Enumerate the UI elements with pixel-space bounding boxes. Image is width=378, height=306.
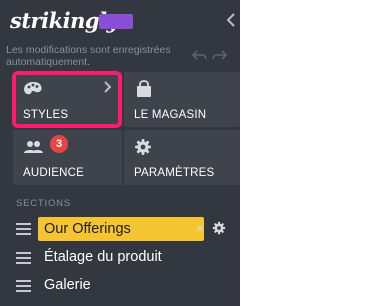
styles-highlight-box (12, 71, 122, 128)
section-row[interactable]: Our Offerings × (16, 217, 236, 241)
store-tile[interactable]: LE MAGASIN (124, 72, 240, 127)
drag-handle-icon[interactable] (16, 223, 32, 236)
drag-handle-icon[interactable] (16, 280, 32, 293)
shopping-bag-icon (134, 80, 154, 98)
audience-tile[interactable]: 3 AUDIENCE (13, 130, 122, 185)
chevron-left-icon (226, 13, 235, 27)
tile-label: PARAMÈTRES (134, 167, 215, 179)
section-label[interactable]: Galerie (44, 277, 91, 293)
drag-handle-icon[interactable] (16, 252, 32, 265)
tile-label: LE MAGASIN (134, 109, 207, 121)
site-preview-area (240, 0, 378, 306)
people-icon (23, 138, 43, 156)
redo-icon (212, 50, 228, 60)
brand-badge (99, 14, 133, 29)
section-label[interactable]: Étalage du produit (44, 249, 162, 265)
delete-section-icon[interactable]: × (196, 220, 204, 236)
undo-button[interactable] (191, 48, 208, 62)
tile-label: AUDIENCE (23, 167, 85, 179)
autosave-note: Les modifications sont enregistrées auto… (6, 44, 171, 68)
section-row[interactable]: Galerie (16, 274, 236, 298)
gear-icon (134, 138, 154, 156)
settings-tile[interactable]: PARAMÈTRES (124, 130, 240, 185)
redo-button[interactable] (211, 48, 228, 62)
section-settings-icon[interactable] (212, 221, 226, 235)
collapse-sidebar-button[interactable] (226, 12, 236, 28)
section-row[interactable]: Étalage du produit (16, 246, 236, 270)
notification-badge: 3 (50, 135, 68, 153)
undo-redo-group (191, 48, 228, 62)
editor-sidebar: strikingly Les modifications sont enregi… (0, 0, 240, 306)
undo-icon (191, 50, 207, 60)
sections-heading: SECTIONS (16, 198, 71, 209)
section-label[interactable]: Our Offerings (44, 221, 131, 237)
